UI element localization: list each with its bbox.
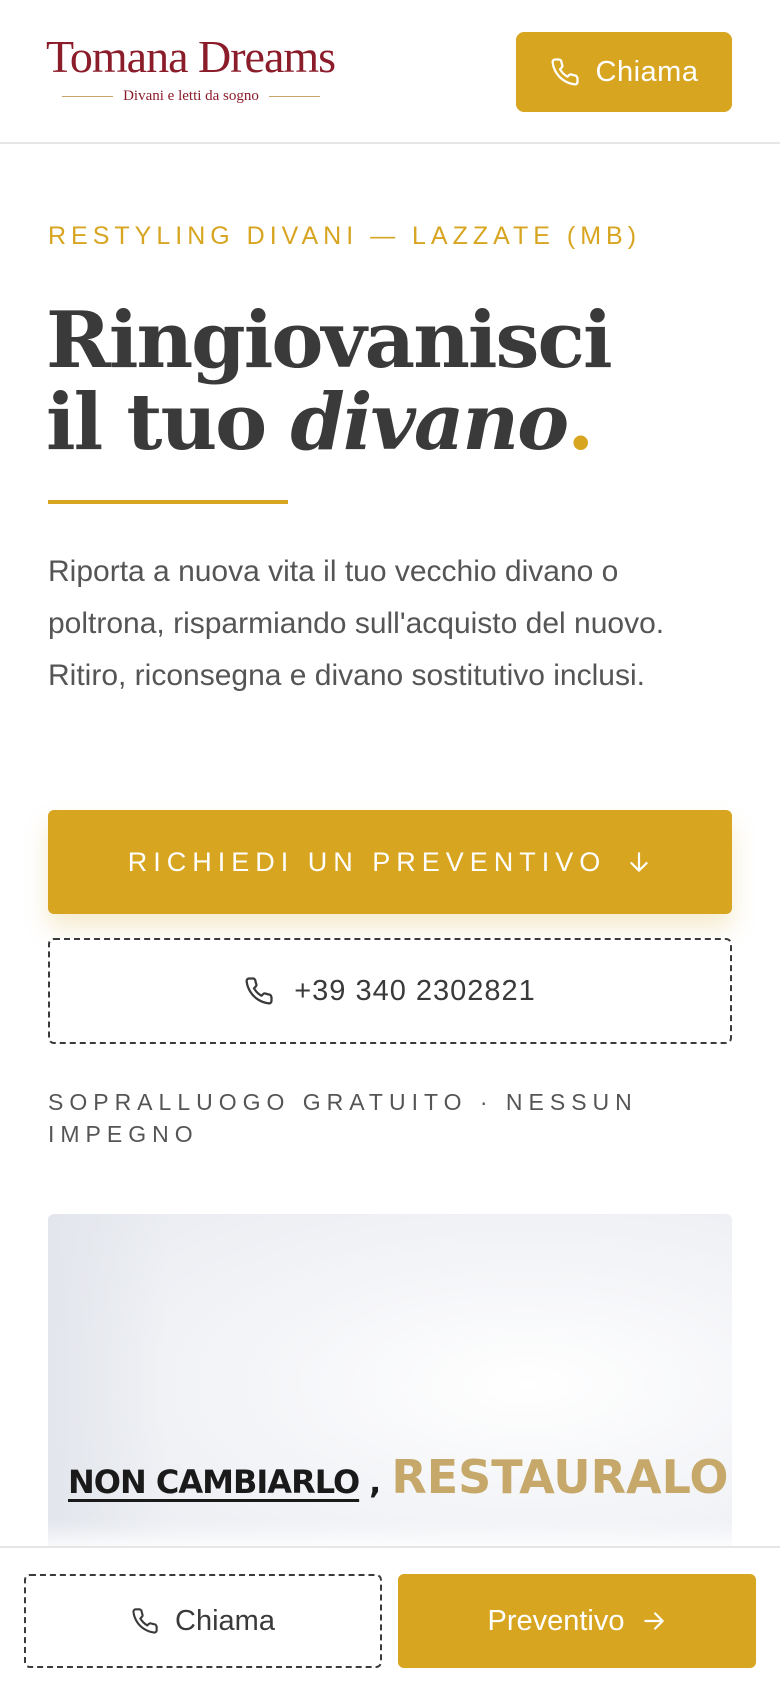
hero-title-emphasis: divano <box>290 377 569 468</box>
header-call-button[interactable]: Chiama <box>516 32 732 112</box>
phone-number-button[interactable]: +39 340 2302821 <box>48 938 732 1044</box>
logo-rule-left <box>62 95 114 97</box>
request-quote-label: RICHIEDI UN PREVENTIVO <box>127 846 607 877</box>
hero-title: Ringiovanisci il tuo divano. <box>46 300 613 464</box>
promo-image: NON CAMBIARLO, RESTAURALO! <box>48 1214 732 1594</box>
bottom-call-label: Chiama <box>175 1604 275 1637</box>
promo-slogan-part2: RESTAURALO! <box>391 1450 732 1504</box>
phone-icon <box>131 1607 159 1635</box>
phone-icon <box>244 976 274 1006</box>
promo-image-shade <box>48 1214 168 1594</box>
site-header: Tomana Dreams Divani e letti da sogno Ch… <box>0 0 780 144</box>
hero-note: SOPRALLUOGO GRATUITO · NESSUN IMPEGNO <box>48 1089 638 1147</box>
arrow-right-icon <box>641 1608 667 1634</box>
phone-icon <box>550 57 580 87</box>
bottom-call-button[interactable]: Chiama <box>24 1574 382 1668</box>
logo-tagline-text: Divani e letti da sogno <box>123 87 259 104</box>
phone-number-label: +39 340 2302821 <box>294 974 536 1007</box>
hero-title-line1: Ringiovanisci <box>46 295 613 386</box>
bottom-quote-label: Preventivo <box>487 1604 625 1637</box>
promo-slogan-comma: , <box>369 1463 382 1501</box>
arrow-down-icon <box>626 849 652 875</box>
promo-slogan-part1: NON CAMBIARLO <box>68 1463 360 1501</box>
hero-title-line2: il tuo <box>46 377 291 468</box>
logo[interactable]: Tomana Dreams Divani e letti da sogno <box>46 34 336 106</box>
request-quote-button[interactable]: RICHIEDI UN PREVENTIVO <box>48 810 732 914</box>
promo-slogan: NON CAMBIARLO, RESTAURALO! <box>68 1450 732 1504</box>
sticky-bottom-bar: Chiama Preventivo <box>0 1546 780 1688</box>
hero-divider <box>48 500 288 504</box>
hero-eyebrow: RESTYLING DIVANI — LAZZATE (MB) <box>48 222 642 250</box>
logo-tagline: Divani e letti da sogno <box>62 86 320 106</box>
hero-lead: Riporta a nuova vita il tuo vecchio diva… <box>48 555 665 692</box>
hero-title-dot: . <box>567 377 594 468</box>
logo-rule-right <box>268 95 320 97</box>
logo-wordmark: Tomana Dreams <box>46 31 336 82</box>
header-call-label: Chiama <box>595 55 699 88</box>
bottom-quote-button[interactable]: Preventivo <box>398 1574 756 1668</box>
